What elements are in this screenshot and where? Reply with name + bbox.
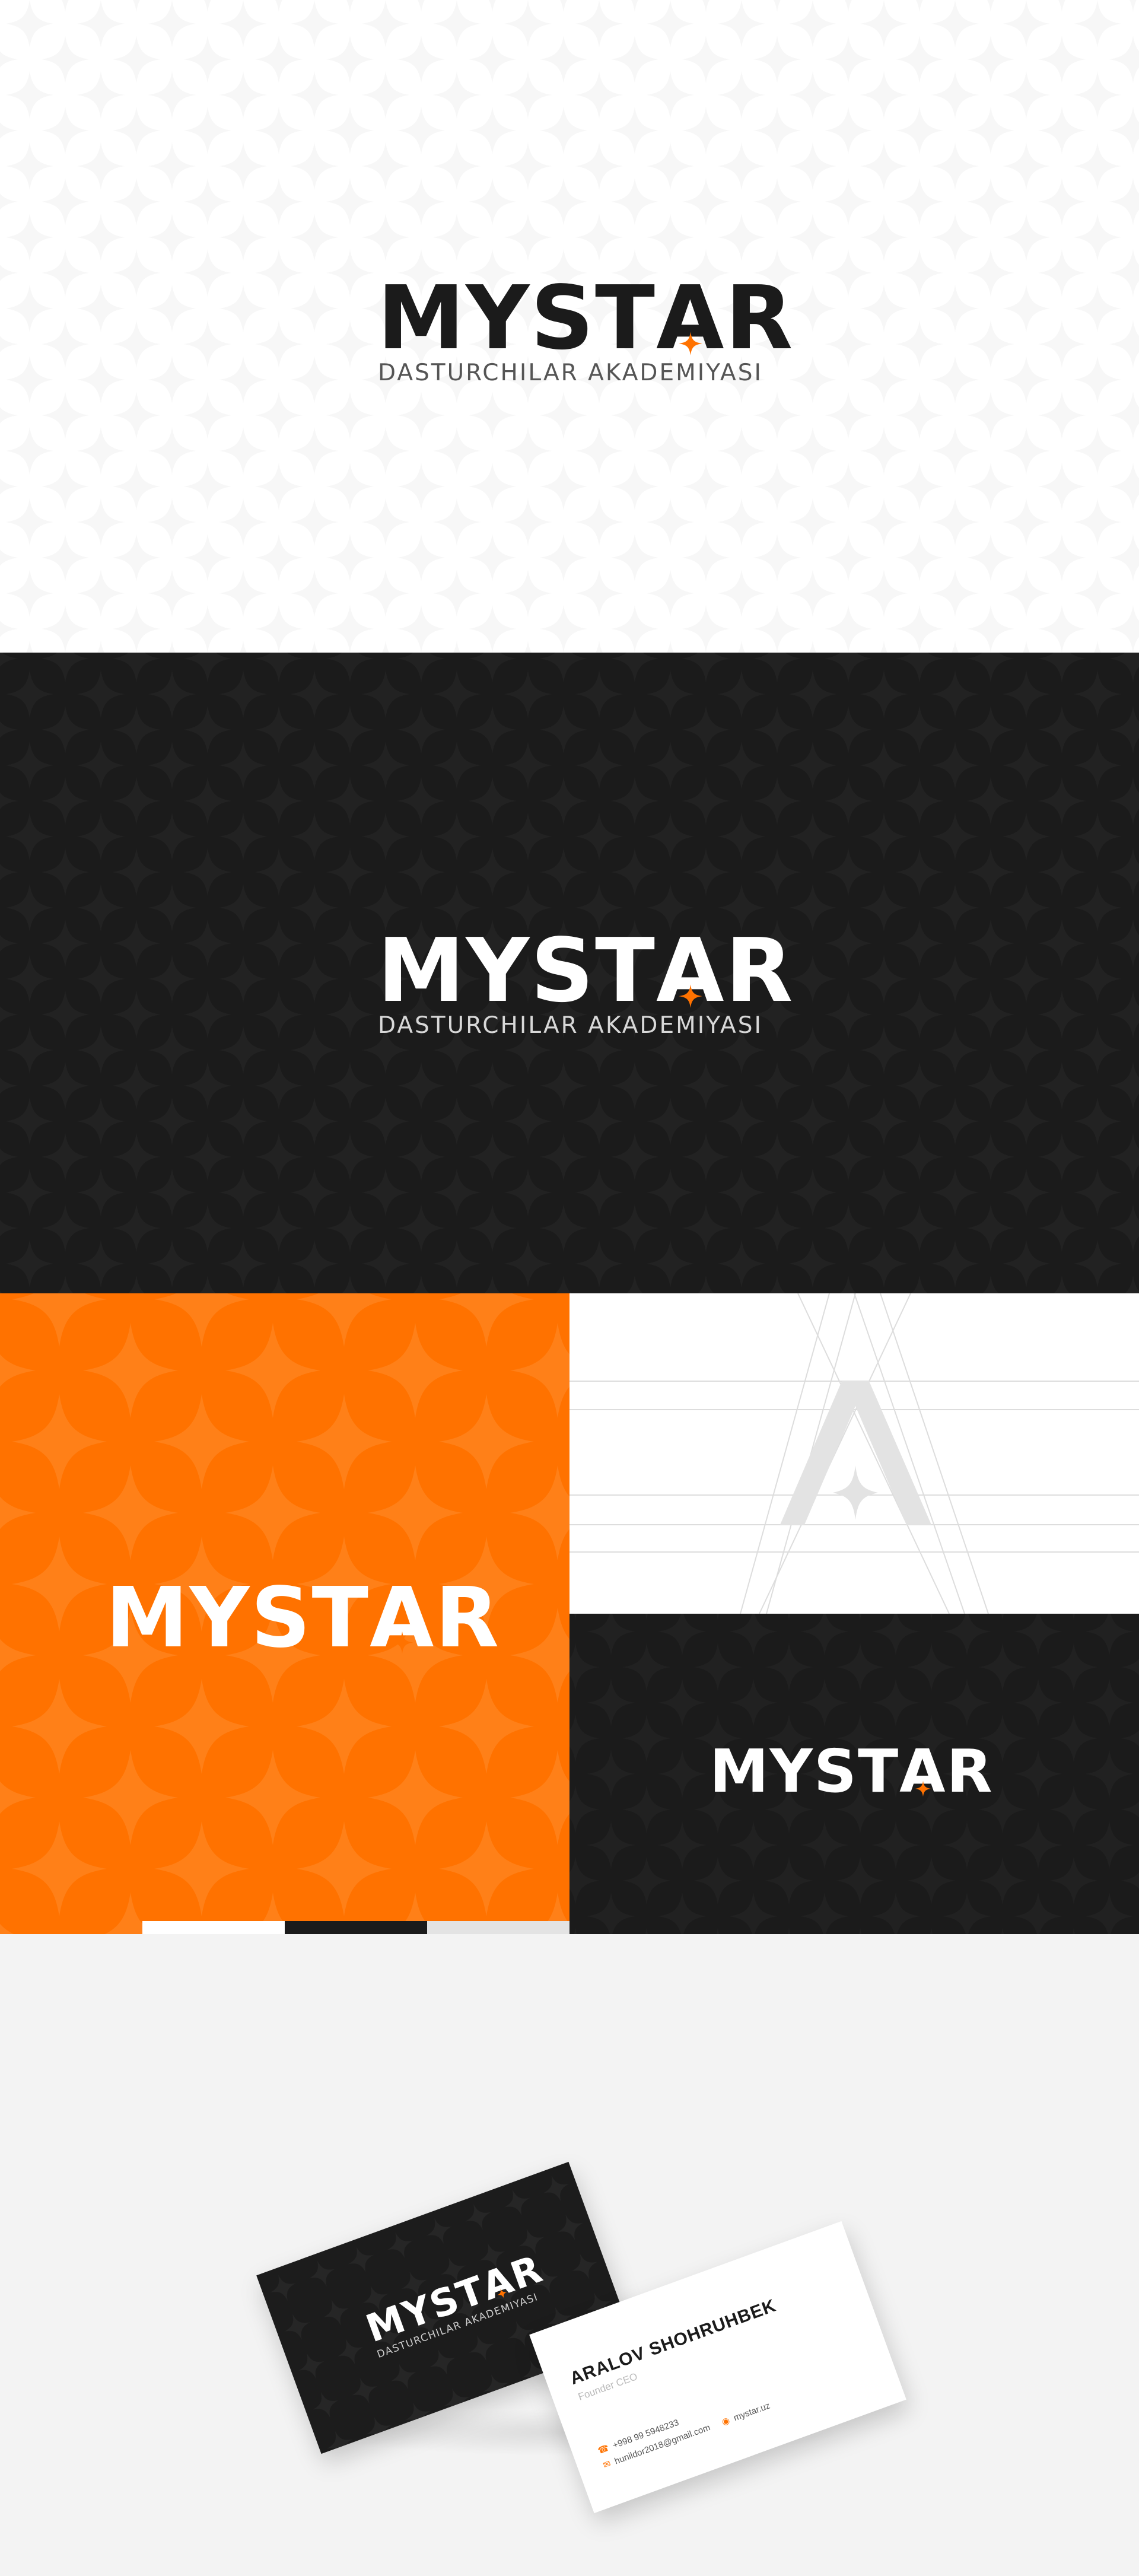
card-contacts: ☎ +998 99 5948233 ✉ hunildor2018@gmail.c… xyxy=(596,2386,772,2471)
email-icon: ✉ xyxy=(602,2459,613,2471)
hero-light: MYSTA R DASTURCHILAR AKADEMIYASI xyxy=(0,0,1139,653)
logo-text-suffix: R xyxy=(725,920,794,1022)
card-person-name: ARALOV SHOHRUHBEK xyxy=(567,2295,779,2389)
orange-panel: MYSTA R xyxy=(0,1293,570,1934)
logo-text-suffix: R xyxy=(435,1570,501,1667)
logo-text-prefix: MYST xyxy=(377,267,656,369)
brand-star-icon xyxy=(833,1465,878,1520)
color-swatch-white xyxy=(142,1921,285,1934)
logo-text-prefix: MYST xyxy=(106,1570,370,1667)
letter-a-construction xyxy=(570,1293,1139,1614)
logo-letter-a: A xyxy=(899,1742,946,1801)
logo-letter-a: A xyxy=(656,274,726,362)
logo-wordmark: MYSTA R xyxy=(377,274,794,362)
hero-dark: MYSTA R DASTURCHILAR AKADEMIYASI xyxy=(0,653,1139,1293)
logo-wordmark-small: MYSTA R xyxy=(710,1742,994,1801)
dark-small-panel: MYSTA R xyxy=(570,1614,1139,1934)
construction-grid-panel xyxy=(570,1293,1139,1614)
phone-icon: ☎ xyxy=(596,2443,610,2456)
globe-icon: ◉ xyxy=(720,2415,731,2428)
color-swatch-gray xyxy=(427,1921,570,1934)
logo-text-suffix: R xyxy=(946,1737,994,1806)
logo-text-prefix: MYST xyxy=(710,1737,900,1806)
brand-star-icon xyxy=(679,332,703,355)
logo-text-prefix: MYST xyxy=(377,920,656,1022)
color-swatch-dark xyxy=(285,1921,427,1934)
logo-wordmark-dark: MYSTA R xyxy=(377,927,794,1015)
brand-star-icon xyxy=(391,1631,413,1654)
logo-letter-a: A xyxy=(370,1577,435,1660)
brand-star-icon xyxy=(915,1780,931,1797)
logo-text-suffix: R xyxy=(725,267,794,369)
logo-tagline: DASTURCHILAR AKADEMIYASI xyxy=(378,360,763,386)
logo-wordmark-orange: MYSTA R xyxy=(106,1577,500,1660)
logo-tagline-dark: DASTURCHILAR AKADEMIYASI xyxy=(378,1012,763,1039)
business-card-mockup: MYSTA R DASTURCHILAR AKADEMIYASI ARALOV S… xyxy=(0,1934,1139,2576)
logo-letter-a: A xyxy=(656,927,726,1015)
brand-star-icon xyxy=(679,984,703,1008)
